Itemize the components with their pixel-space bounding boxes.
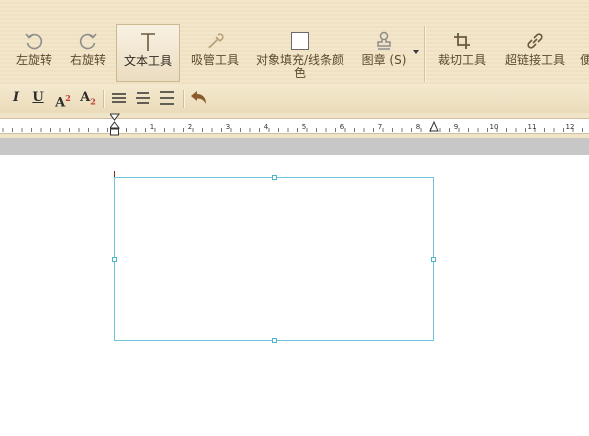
resize-handle-left[interactable] [112, 257, 117, 262]
hyperlink-button[interactable]: 超链接工具 [500, 24, 570, 82]
superscript-mark: 2 [65, 93, 71, 103]
ruler-number: 12 [566, 123, 575, 131]
align-center-button[interactable] [132, 88, 154, 108]
ruler-number: 6 [340, 123, 345, 131]
ruler-strip: 1 2 3 4 5 6 7 8 9 10 11 12 [0, 118, 589, 134]
subscript-letter: A [80, 90, 91, 105]
resize-handle-right[interactable] [431, 257, 436, 262]
ruler-number: 3 [226, 123, 230, 131]
text-format-bar: I U A2 A2 [0, 84, 589, 114]
eyedropper-button[interactable]: 吸管工具 [186, 24, 244, 82]
toolbar-divider [424, 26, 426, 82]
ruler-ticks: 1 2 3 4 5 6 7 8 9 10 11 12 [2, 123, 583, 132]
subscript-mark: 2 [90, 96, 96, 107]
text-tool-icon [141, 33, 155, 51]
eyedropper-label: 吸管工具 [190, 53, 239, 67]
superscript-letter: A [55, 95, 66, 111]
truncated-tool-label: 便 [580, 53, 589, 67]
text-box-selection[interactable] [112, 175, 436, 343]
crop-icon [454, 33, 470, 49]
rotate-left-label: 左旋转 [15, 53, 52, 67]
rotate-right-label: 右旋转 [69, 53, 106, 67]
resize-handle-bottom[interactable] [272, 338, 277, 343]
link-icon [527, 33, 543, 49]
format-divider [183, 90, 185, 108]
subscript-button[interactable]: A2 [77, 88, 99, 108]
toolbar-ribbon: 左旋转 右旋转 文本工具 吸管工具 对象填充/线条颜 色 图章 (S) 裁切工具… [0, 0, 589, 85]
ruler-number: 2 [188, 123, 192, 131]
ruler-number: 11 [528, 123, 537, 131]
right-indent-marker-icon[interactable] [429, 121, 439, 133]
italic-button[interactable]: I [5, 88, 27, 108]
align-left-button[interactable] [108, 88, 130, 108]
undo-arrow-icon [191, 91, 206, 104]
stamp-dropdown-arrow-icon[interactable] [413, 50, 419, 54]
stamp-icon [377, 31, 391, 50]
ruler-number: 5 [302, 123, 306, 131]
ruler-number: 1 [150, 123, 154, 131]
fill-stroke-button[interactable]: 对象填充/线条颜 色 [250, 24, 350, 82]
first-line-indent-marker-icon[interactable] [110, 113, 120, 137]
eyedropper-icon [208, 33, 224, 49]
stamp-button[interactable]: 图章 (S) [356, 24, 412, 82]
align-right-icon [160, 91, 174, 105]
horizontal-ruler[interactable]: 1 2 3 4 5 6 7 8 9 10 11 12 [0, 113, 589, 138]
fill-stroke-label: 对象填充/线条颜 色 [255, 53, 345, 80]
align-left-icon [112, 93, 126, 103]
ruler-number: 8 [416, 123, 420, 131]
rotate-left-icon [25, 33, 43, 50]
align-right-button[interactable] [156, 88, 178, 108]
hyperlink-label: 超链接工具 [504, 53, 565, 67]
rotate-right-icon [79, 33, 97, 50]
format-divider [103, 90, 105, 108]
ruler-number: 4 [264, 123, 269, 131]
rotate-right-button[interactable]: 右旋转 [66, 24, 110, 82]
superscript-button[interactable]: A2 [52, 88, 74, 111]
undo-button[interactable] [188, 88, 210, 108]
rotate-left-button[interactable]: 左旋转 [12, 24, 56, 82]
text-tool-label: 文本工具 [123, 54, 172, 68]
crop-label: 裁切工具 [437, 53, 486, 67]
crop-button[interactable]: 裁切工具 [434, 24, 490, 82]
text-tool-button[interactable]: 文本工具 [116, 24, 180, 82]
ruler-number: 10 [490, 123, 499, 131]
fill-color-swatch-icon [291, 32, 309, 50]
resize-handle-top[interactable] [272, 175, 277, 180]
align-center-icon [136, 92, 150, 104]
ruler-number: 9 [454, 123, 458, 131]
stamp-label: 图章 (S) [361, 53, 407, 67]
truncated-tool-button[interactable]: 便 [578, 24, 589, 82]
page-gap [0, 138, 589, 155]
ruler-number: 7 [378, 123, 382, 131]
underline-button[interactable]: U [27, 88, 49, 108]
